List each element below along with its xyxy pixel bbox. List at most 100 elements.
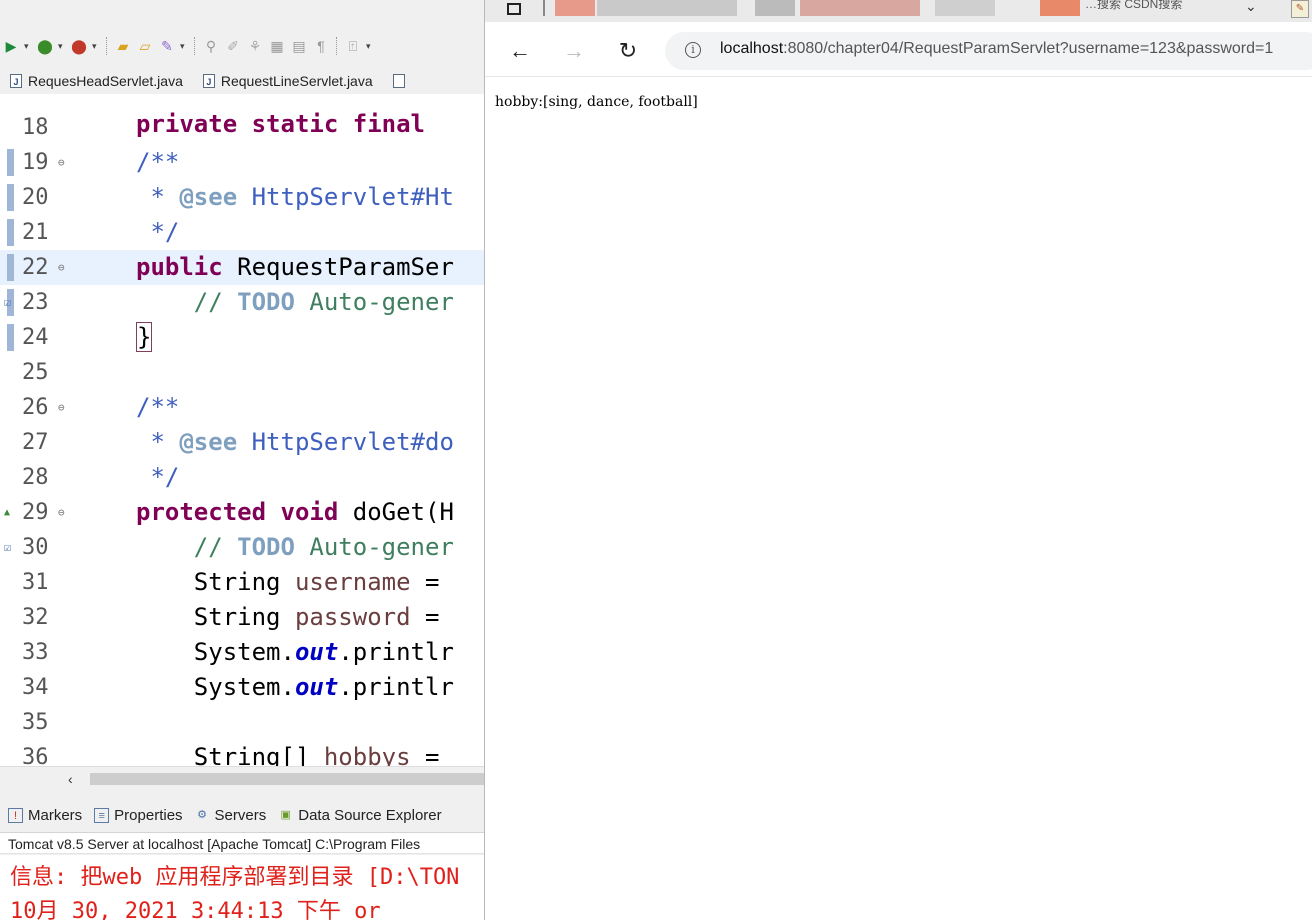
editor-tab-label: RequestLineServlet.java (220, 73, 373, 89)
code-text: * @see HttpServlet#do (136, 428, 454, 456)
browser-window: …搜索 CSDN搜索 ⌄ ✎ ← → ↻ i localhost:8080/ch… (484, 0, 1312, 920)
code-line: 31 String username = (0, 565, 486, 600)
override-marker-icon[interactable]: ▲ (4, 495, 10, 530)
task-marker-icon[interactable]: ☑ (4, 530, 11, 565)
console-title: Tomcat v8.5 Server at localhost [Apache … (0, 832, 486, 854)
tab-properties[interactable]: ≡ Properties (94, 806, 183, 824)
block-select-icon[interactable]: ▦ (268, 37, 286, 55)
annotation-icon[interactable]: ⍐ (344, 37, 362, 55)
paragraph-icon[interactable]: ¶ (312, 37, 330, 55)
back-icon[interactable]: ← (505, 36, 535, 66)
line-number: 33 (22, 640, 49, 665)
markers-icon: ! (8, 807, 23, 823)
editor-tab-label: RequesHeadServlet.java (28, 73, 183, 89)
code-text: // TODO Auto-gener (136, 288, 454, 316)
fold-toggle-icon[interactable]: ⊖ (58, 250, 65, 285)
fold-toggle-icon[interactable]: ⊖ (58, 495, 65, 530)
console-output[interactable]: 信息: 把web 应用程序部署到目录 [D:\TON 10月 30, 2021 … (0, 855, 486, 920)
reload-icon[interactable]: ↻ (613, 36, 643, 66)
wand-dropdown-icon[interactable]: ▾ (180, 41, 188, 52)
sidebar-toggle-icon[interactable] (507, 3, 521, 15)
page-body-text: hobby:[sing, dance, football] (495, 94, 698, 110)
wand-icon[interactable]: ✎ (158, 37, 176, 55)
code-text: /** (136, 393, 180, 421)
blurred-tab (1040, 0, 1080, 16)
line-number: 24 (22, 325, 49, 350)
run-dropdown-icon[interactable]: ▾ (24, 41, 32, 52)
code-line: 32 String password = (0, 600, 486, 635)
change-annotation-marker (7, 184, 14, 211)
tab-divider (543, 0, 545, 16)
tab-label: Data Source Explorer (298, 806, 442, 824)
url-text[interactable]: localhost:8080/chapter04/RequestParamSer… (720, 40, 1273, 58)
fold-toggle-icon[interactable]: ⊖ (58, 145, 65, 180)
tab-label: Servers (214, 806, 267, 824)
debug-icon[interactable]: ⬤ (36, 37, 54, 55)
show-whitespace-icon[interactable]: ▤ (290, 37, 308, 55)
code-line: ☑ 30 // TODO Auto-gener (0, 530, 486, 565)
code-line-partial: private static final (136, 110, 440, 138)
scrollbar-thumb[interactable] (90, 773, 486, 785)
blurred-tab (800, 0, 920, 16)
code-text: String password = (136, 603, 440, 631)
forward-icon[interactable]: → (559, 36, 589, 66)
chevron-down-icon[interactable]: ⌄ (1245, 0, 1257, 15)
server-dropdown-icon[interactable]: ▾ (92, 41, 100, 52)
info-icon[interactable]: i (685, 42, 701, 58)
code-line: 22 ⊖ public RequestParamSer (0, 250, 486, 285)
annotation-dropdown-icon[interactable]: ▾ (366, 41, 374, 52)
properties-icon: ≡ (94, 807, 110, 823)
run-icon[interactable]: ▶ (2, 37, 20, 55)
toolbar-separator (336, 37, 338, 55)
line-number: 20 (22, 185, 49, 210)
browser-tab-title[interactable]: …搜索 CSDN搜索 (1085, 0, 1182, 12)
console-line: 10月 30, 2021 3:44:13 下午 or (10, 899, 381, 920)
navigation-bar: ← → ↻ i localhost:8080/chapter04/Request… (485, 26, 1312, 77)
code-text: // TODO Auto-gener (136, 533, 454, 561)
tab-servers[interactable]: ⚙ Servers (195, 806, 267, 824)
highlight-icon[interactable]: ✐ (224, 37, 242, 55)
horizontal-scrollbar[interactable]: ‹ (0, 766, 486, 791)
line-number: 31 (22, 570, 49, 595)
code-line: 20 * @see HttpServlet#Ht (0, 180, 486, 215)
code-line: 33 System.out.printlr (0, 635, 486, 670)
server-run-icon[interactable]: ⬤ (70, 37, 88, 55)
code-line: 28 */ (0, 460, 486, 495)
editor-tab[interactable] (383, 68, 415, 94)
line-number: 30 (22, 535, 49, 560)
java-file-icon: J (10, 74, 22, 88)
fold-toggle-icon[interactable]: ⊖ (58, 390, 65, 425)
profile-icon[interactable]: ✎ (1291, 0, 1309, 18)
editor-tab[interactable]: J RequesHeadServlet.java (0, 68, 193, 94)
code-text: String username = (136, 568, 440, 596)
line-number: 27 (22, 430, 49, 455)
code-text: */ (136, 218, 180, 246)
blurred-tab (935, 0, 995, 16)
line-number: 18 (22, 115, 49, 140)
line-number: 21 (22, 220, 49, 245)
scroll-left-icon[interactable]: ‹ (68, 771, 73, 787)
code-text: /** (136, 148, 180, 176)
editor-tab[interactable]: J RequestLineServlet.java (193, 68, 383, 94)
open-folder-icon[interactable]: ▱ (136, 37, 154, 55)
tab-label: Properties (114, 806, 183, 824)
mark-occurrences-icon[interactable]: ⚘ (246, 37, 264, 55)
debug-dropdown-icon[interactable]: ▾ (58, 41, 66, 52)
line-number: 28 (22, 465, 49, 490)
open-project-icon[interactable]: ▰ (114, 37, 132, 55)
code-text: */ (136, 463, 180, 491)
change-annotation-marker (7, 254, 14, 281)
address-bar[interactable]: i localhost:8080/chapter04/RequestParamS… (665, 32, 1312, 70)
task-marker-icon[interactable]: ☑ (4, 285, 11, 320)
tab-data-source-explorer[interactable]: ▣ Data Source Explorer (278, 806, 442, 824)
ide-toolbar: ▶ ▾ ⬤ ▾ ⬤ ▾ ▰ ▱ ✎ ▾ ⚲ ✐ ⚘ ▦ ▤ ¶ ⍐ ▾ (0, 30, 486, 62)
java-file-icon (392, 74, 405, 88)
code-editor[interactable]: private static final 18 19 ⊖/** 20 * @see H… (0, 94, 486, 766)
code-line: 26 ⊖/** (0, 390, 486, 425)
line-number: 32 (22, 605, 49, 630)
tab-markers[interactable]: ! Markers (8, 807, 82, 824)
pin-icon[interactable]: ⚲ (202, 37, 220, 55)
browser-tab-strip: …搜索 CSDN搜索 ⌄ ✎ (485, 0, 1312, 22)
code-text: } (136, 322, 153, 352)
blurred-tab (755, 0, 795, 16)
